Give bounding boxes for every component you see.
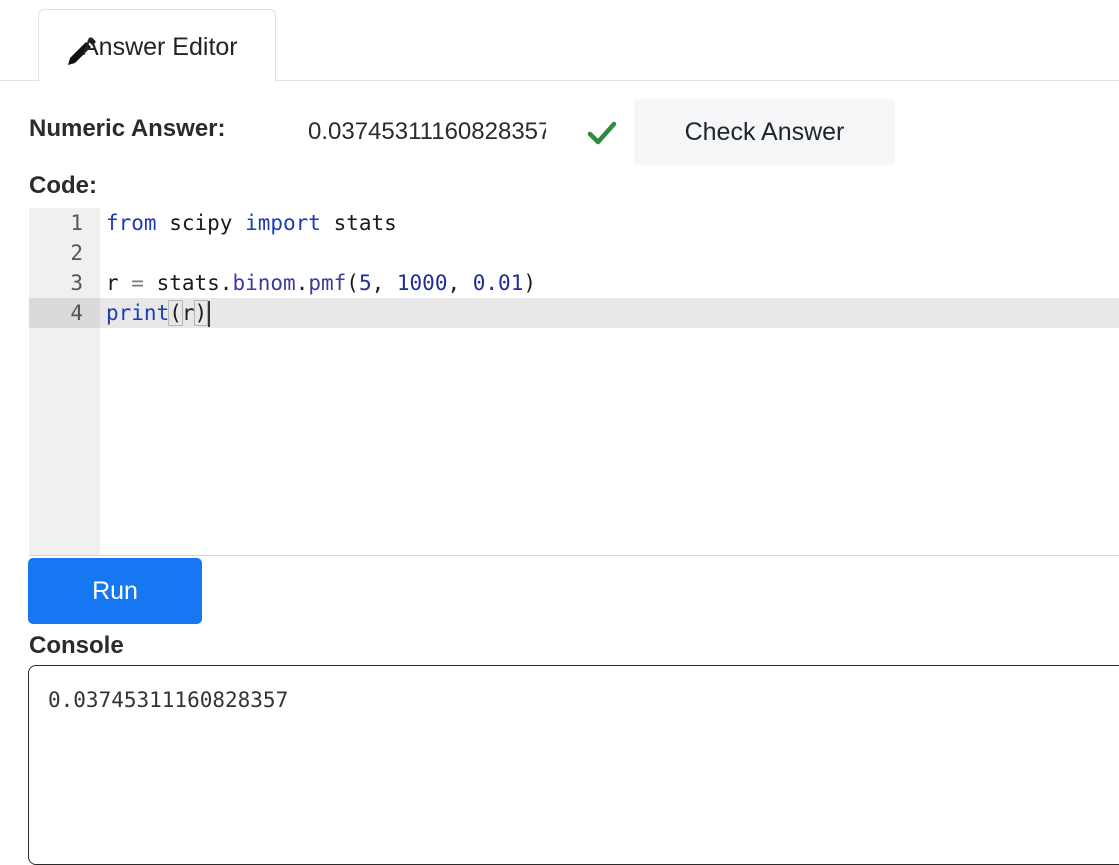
line-number: 1	[70, 211, 83, 235]
code-line-text: r = stats.binom.pmf(5, 1000, 0.01)	[106, 271, 536, 295]
number-token: 5	[358, 271, 372, 295]
line-number: 2	[70, 241, 83, 265]
line-number: 4	[29, 298, 100, 328]
bracket-match: (	[168, 300, 183, 326]
check-icon	[587, 121, 617, 145]
numeric-answer-input[interactable]	[300, 112, 546, 152]
console-label: Console	[29, 632, 124, 659]
run-button[interactable]: Run	[28, 558, 202, 624]
line-number: 3	[70, 271, 83, 295]
keyword-token: import	[245, 211, 321, 235]
operator-token: =	[131, 271, 144, 295]
numeric-answer-label: Numeric Answer:	[29, 115, 226, 142]
console-output-text: 0.03745311160828357	[48, 688, 289, 712]
code-line-text: from scipy import stats	[106, 211, 397, 235]
keyword-token: from	[106, 211, 157, 235]
check-answer-button[interactable]: Check Answer	[634, 99, 895, 165]
console-output-box: 0.03745311160828357	[28, 665, 1119, 865]
attribute-token: binom	[232, 271, 296, 295]
tab-answer-editor[interactable]: Answer Editor	[38, 9, 276, 82]
code-line[interactable]: 1 from scipy import stats	[29, 208, 1119, 238]
code-line-text: print(r)	[106, 298, 211, 328]
tab-answer-editor-label: Answer Editor	[82, 33, 238, 61]
builtin-token: print	[106, 301, 170, 325]
code-editor[interactable]: 1 from scipy import stats 2 3 r = stats.…	[29, 208, 1119, 556]
code-line-active[interactable]: 4 print(r)	[29, 298, 1119, 328]
code-label: Code:	[29, 172, 97, 199]
text-cursor	[208, 301, 211, 327]
number-token: 1000	[396, 271, 448, 295]
bracket-match: )	[193, 300, 209, 326]
code-line[interactable]: 2	[29, 238, 1119, 268]
tab-bar: Answer Editor	[0, 0, 1119, 82]
number-token: 0.01	[472, 271, 524, 295]
attribute-token: pmf	[308, 271, 347, 295]
code-line[interactable]: 3 r = stats.binom.pmf(5, 1000, 0.01)	[29, 268, 1119, 298]
